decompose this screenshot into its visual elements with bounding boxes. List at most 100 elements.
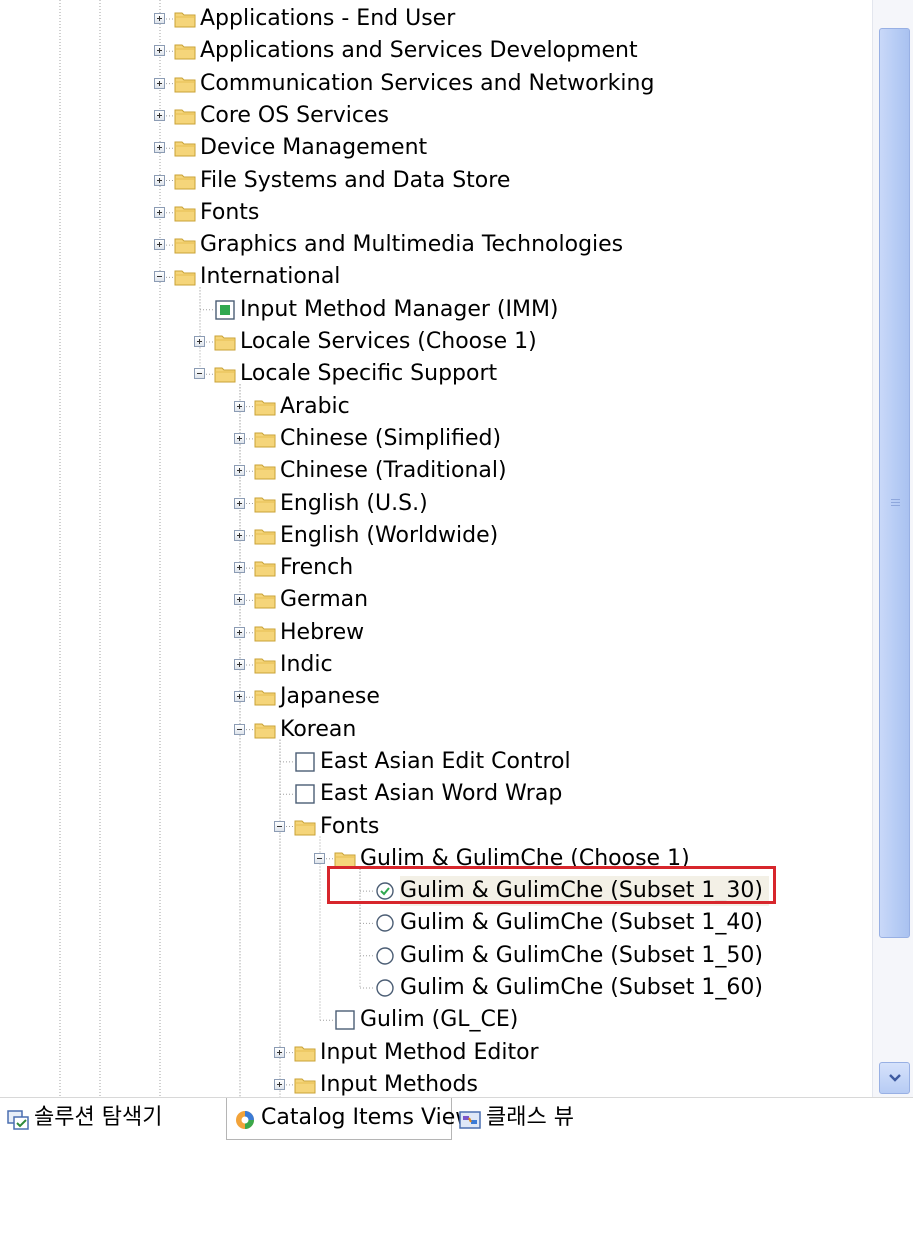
checkbox-icon[interactable] [294,784,316,804]
tree-item-label: East Asian Word Wrap [320,781,563,807]
expand-plus-icon[interactable] [154,13,165,24]
folder-icon [254,464,276,480]
tab-catalog-items-view[interactable]: Catalog Items View [226,1098,473,1140]
tree-item-locale-services[interactable]: Locale Services (Choose 1) [0,326,872,358]
tree-item-input-methods[interactable]: Input Methods [0,1069,872,1097]
radio-icon[interactable] [374,978,396,998]
green-checkbox-icon[interactable] [214,299,236,320]
scroll-down-button[interactable] [879,1062,910,1094]
tab-class-view-label: 클래스 뷰 [486,1105,574,1130]
tree-item-korean-fonts[interactable]: Fonts [0,811,872,843]
expand-plus-icon[interactable] [154,109,165,121]
tree-item-core-os-services[interactable]: Core OS Services [0,100,872,132]
tree-item-label: English (Worldwide) [280,522,499,548]
class-view-icon [459,1111,481,1129]
tab-catalog-items-view-label: Catalog Items View [261,1105,474,1130]
expand-plus-icon[interactable] [234,400,245,412]
expand-plus-icon[interactable] [234,465,245,477]
tree-item-input-method-manager[interactable]: Input Method Manager (IMM) [0,294,872,326]
tree-item-japanese[interactable]: Japanese [0,681,872,713]
radio-icon[interactable] [374,946,396,966]
checkbox-icon[interactable] [334,1010,356,1030]
tree-item-locale-specific-support[interactable]: Locale Specific Support [0,358,872,390]
expand-plus-icon[interactable] [234,594,245,606]
tree-item-label: Locale Specific Support [240,361,498,387]
tree-item-fonts[interactable]: Fonts [0,197,872,229]
expand-plus-icon[interactable] [154,239,165,251]
tree-item-label: Locale Services (Choose 1) [240,329,537,354]
expand-plus-icon[interactable] [154,77,165,89]
tree-item-graphics-multimedia[interactable]: Graphics and Multimedia Technologies [0,229,872,261]
collapse-minus-icon[interactable] [154,271,165,283]
folder-icon [214,335,236,351]
tree-item-english-us[interactable]: English (U.S.) [0,488,872,520]
expand-plus-icon[interactable] [154,206,165,218]
tree-item-international[interactable]: International [0,261,872,293]
collapse-minus-icon[interactable] [274,820,285,832]
expand-plus-icon[interactable] [234,659,245,670]
folder-icon [214,367,236,383]
tree-item-gulim-subset-1-40[interactable]: Gulim & GulimChe (Subset 1_40) [0,907,872,939]
tree-item-french[interactable]: French [0,552,872,584]
tree-item-indic[interactable]: Indic [0,649,872,681]
collapse-minus-icon[interactable] [234,723,245,735]
tree-item-east-asian-word-wrap[interactable]: East Asian Word Wrap [0,778,872,810]
expand-plus-icon[interactable] [234,562,245,574]
tree-item-label: German [280,587,369,613]
tree-item-english-worldwide[interactable]: English (Worldwide) [0,520,872,552]
tree-item-korean[interactable]: Korean [0,714,872,746]
tree-item-applications-services-development[interactable]: Applications and Services Development [0,35,872,67]
tree-item-label: Applications - End User [200,6,456,31]
tab-class-view[interactable]: 클래스 뷰 [458,1098,628,1140]
collapse-minus-icon[interactable] [314,852,325,864]
tree-item-label: Gulim (GL_CE) [360,1007,519,1033]
expand-plus-icon[interactable] [274,1046,285,1058]
expand-plus-icon[interactable] [154,142,165,154]
tab-solution-explorer-label: 솔루션 탐색기 [34,1105,163,1130]
folder-icon [254,723,276,739]
tree-item-gulim-gl-ce[interactable]: Gulim (GL_CE) [0,1004,872,1036]
expand-plus-icon[interactable] [234,497,245,509]
tree-item-chinese-simplified[interactable]: Chinese (Simplified) [0,423,872,455]
folder-icon [294,1078,316,1094]
tree-item-applications-end-user[interactable]: Applications - End User [0,3,872,35]
tree-item-gulim-subset-1-50[interactable]: Gulim & GulimChe (Subset 1_50) [0,940,872,972]
tree-item-label: Indic [280,652,333,677]
expand-plus-icon[interactable] [194,336,205,347]
tree-item-label: Device Management [200,135,428,161]
tree-item-label: English (U.S.) [280,490,428,516]
tree-item-chinese-traditional[interactable]: Chinese (Traditional) [0,455,872,487]
tree-item-file-systems-data-store[interactable]: File Systems and Data Store [0,165,872,197]
expand-plus-icon[interactable] [274,1078,285,1090]
folder-icon [174,44,196,60]
tab-solution-explorer[interactable]: 솔루션 탐색기 [6,1098,224,1140]
scrollbar-grip-icon [891,499,900,508]
checkbox-icon[interactable] [294,752,316,772]
tree-item-label: Gulim & GulimChe (Subset 1_50) [400,942,763,968]
collapse-minus-icon[interactable] [194,368,205,380]
expand-plus-icon[interactable] [154,45,165,57]
expand-plus-icon[interactable] [234,626,245,638]
tree-item-label: French [280,555,354,581]
tree-item-input-method-editor[interactable]: Input Method Editor [0,1037,872,1069]
tree-item-device-management[interactable]: Device Management [0,132,872,164]
tree-item-arabic[interactable]: Arabic [0,391,872,423]
expand-plus-icon[interactable] [234,432,245,444]
tree-item-gulim-subset-1-60[interactable]: Gulim & GulimChe (Subset 1_60) [0,972,872,1004]
tree-item-communication-services-networking[interactable]: Communication Services and Networking [0,68,872,100]
expand-plus-icon[interactable] [234,691,245,703]
folder-icon [174,77,196,93]
tree-item-hebrew[interactable]: Hebrew [0,617,872,649]
folder-icon [174,270,196,286]
radio-icon[interactable] [374,913,396,933]
expand-plus-icon[interactable] [234,529,245,541]
scrollbar-thumb[interactable] [879,28,910,938]
expand-plus-icon[interactable] [154,174,165,186]
vertical-scrollbar[interactable] [872,0,913,1097]
tree-item-german[interactable]: German [0,584,872,616]
tree-item-east-asian-edit-control[interactable]: East Asian Edit Control [0,746,872,778]
folder-icon [174,238,196,254]
catalog-tree[interactable]: Applications - End User Applications and … [0,0,872,1097]
tree-item-label: Fonts [320,813,380,839]
folder-icon [254,658,276,674]
